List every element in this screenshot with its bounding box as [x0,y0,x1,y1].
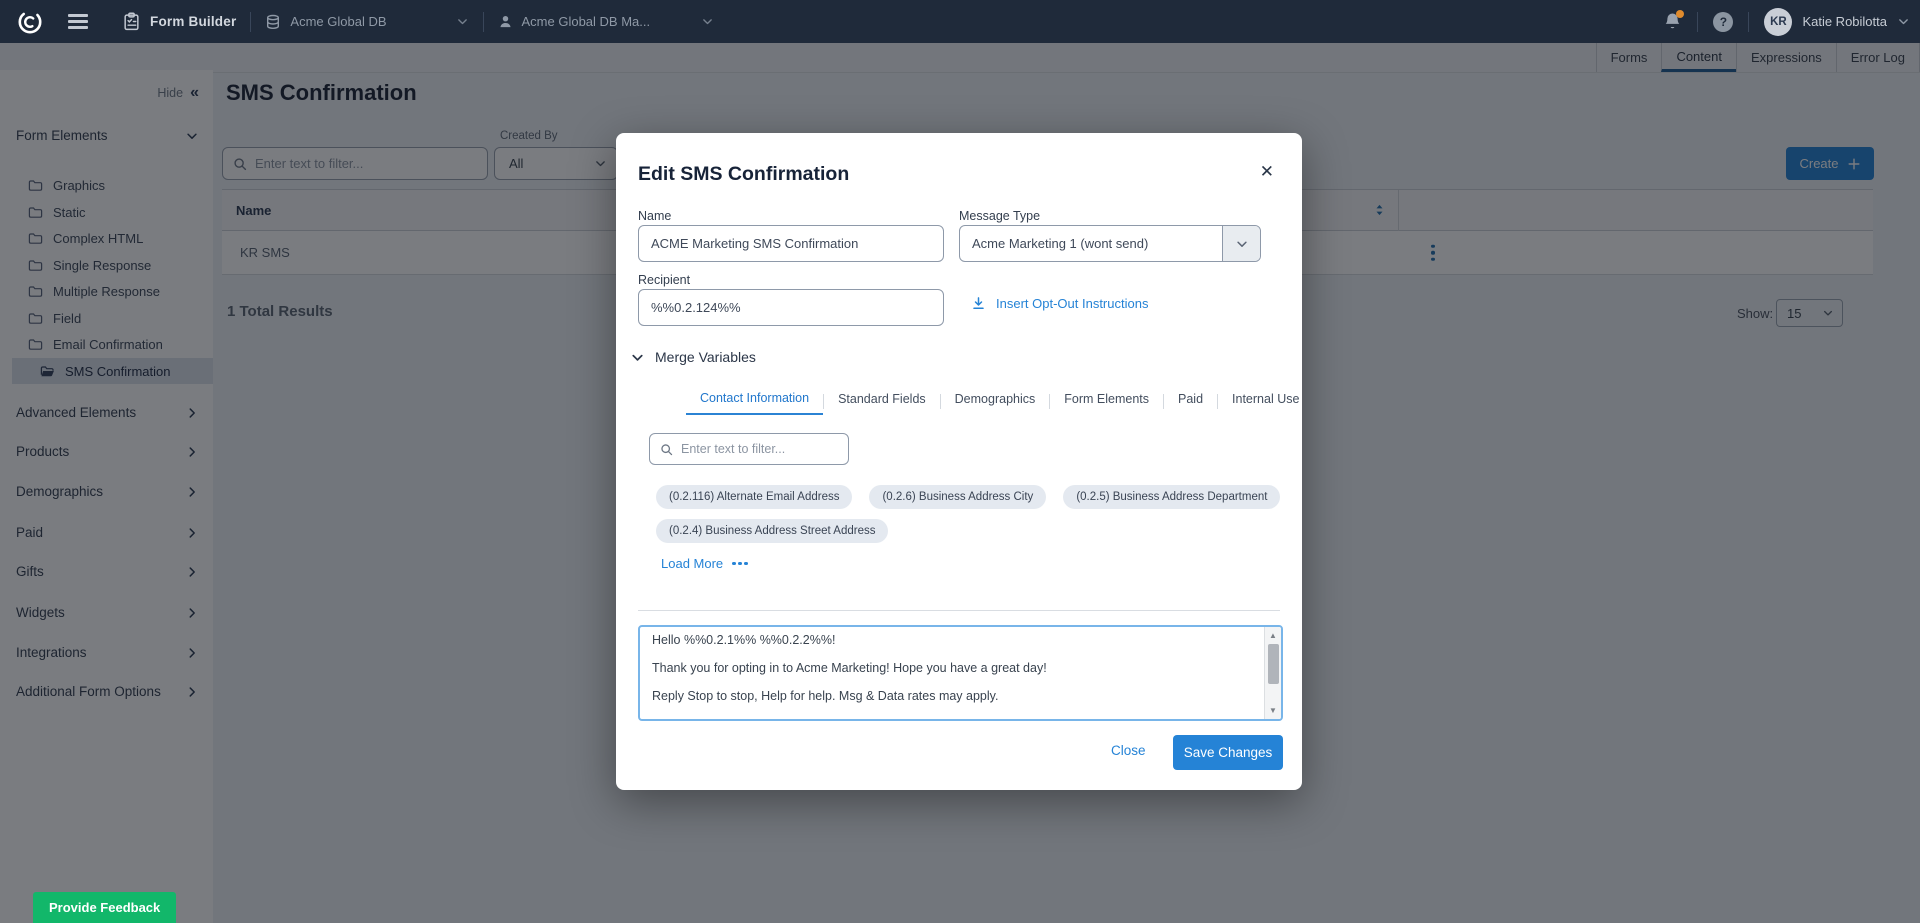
recipient-label: Recipient [638,273,690,287]
help-icon[interactable]: ? [1713,12,1733,32]
notification-dot [1676,10,1684,18]
message-type-label: Message Type [959,209,1040,223]
close-icon[interactable]: ✕ [1260,163,1274,180]
message-body-textarea[interactable]: Hello %%0.2.1%% %%0.2.2%%! Thank you for… [638,625,1283,721]
menu-icon[interactable] [68,14,88,29]
merge-filter-input[interactable] [681,442,842,456]
user-menu[interactable]: KR Katie Robilotta [1764,8,1910,36]
scrollbar[interactable]: ▲ ▼ [1264,627,1281,719]
scrollbar-thumb[interactable] [1268,644,1279,684]
merge-tab-demographics[interactable]: Demographics [941,388,1050,414]
message-line: Thank you for opting in to Acme Marketin… [652,661,1259,675]
merge-chip[interactable]: (0.2.6) Business Address City [869,485,1046,509]
name-field[interactable] [638,225,944,262]
merge-tab-standard-fields[interactable]: Standard Fields [824,388,940,414]
merge-tab-internal-use[interactable]: Internal Use [1218,388,1313,414]
person-icon [498,14,513,29]
account-name: Acme Global DB Ma... [522,14,651,29]
merge-chip[interactable]: (0.2.116) Alternate Email Address [656,485,852,509]
scroll-down-icon[interactable]: ▼ [1265,703,1281,718]
notifications-bell-icon[interactable] [1663,12,1682,31]
navbar-divider [483,12,484,32]
top-navbar: Form Builder Acme Global DB [0,0,1920,43]
product-title: Form Builder [150,14,236,29]
merge-chip[interactable]: (0.2.5) Business Address Department [1063,485,1280,509]
database-selector[interactable]: Acme Global DB [265,14,468,30]
chevron-down-icon [456,15,469,28]
merge-tab-contact-information[interactable]: Contact Information [686,387,823,415]
modal-title: Edit SMS Confirmation [638,163,849,186]
chevron-down-icon [1222,226,1260,261]
database-icon [265,14,281,30]
navbar-divider [1748,12,1749,32]
load-more-label: Load More [661,556,723,571]
provide-feedback-button[interactable]: Provide Feedback [33,892,176,923]
download-icon [971,296,986,311]
name-label: Name [638,209,671,223]
navbar-divider [250,12,251,32]
modal-close-button[interactable]: Close [1111,743,1146,758]
ellipsis-icon [732,562,748,566]
account-selector[interactable]: Acme Global DB Ma... [498,14,715,29]
merge-chip[interactable]: (0.2.4) Business Address Street Address [656,519,888,543]
merge-variables-label: Merge Variables [655,349,756,365]
merge-chip-row: (0.2.4) Business Address Street Address [656,519,888,543]
recipient-field[interactable] [638,289,944,326]
database-name: Acme Global DB [290,14,386,29]
message-line: Reply Stop to stop, Help for help. Msg &… [652,689,1259,703]
navbar-left: Form Builder Acme Global DB [0,9,714,35]
app-root: Form Builder Acme Global DB [0,0,1920,923]
merge-variables-tabs: Contact Information Standard Fields Demo… [686,387,1313,415]
merge-variables-filter [649,433,849,465]
message-line: Hello %%0.2.1%% %%0.2.2%%! [652,633,1259,647]
message-type-value: Acme Marketing 1 (wont send) [960,236,1222,251]
merge-variables-toggle[interactable]: Merge Variables [630,349,756,365]
chevron-down-icon [1897,15,1910,28]
navbar-right: ? KR Katie Robilotta [1663,8,1920,36]
search-icon [660,443,673,456]
scroll-up-icon[interactable]: ▲ [1265,628,1281,643]
product-area: Form Builder [122,12,236,31]
chevron-down-icon [701,15,714,28]
bloomerang-logo[interactable] [17,9,43,35]
modal-divider [638,610,1280,611]
user-name: Katie Robilotta [1802,14,1887,29]
form-builder-icon [122,12,141,31]
message-body-content: Hello %%0.2.1%% %%0.2.2%%! Thank you for… [652,633,1259,715]
insert-opt-out-link[interactable]: Insert Opt-Out Instructions [971,296,1148,311]
avatar: KR [1764,8,1792,36]
insert-opt-out-label: Insert Opt-Out Instructions [996,296,1148,311]
message-type-select[interactable]: Acme Marketing 1 (wont send) [959,225,1261,262]
merge-chip-row: (0.2.116) Alternate Email Address (0.2.6… [656,485,1280,509]
chevron-down-icon [630,350,645,365]
navbar-divider [1697,12,1698,32]
load-more-link[interactable]: Load More [661,556,748,571]
merge-tab-paid[interactable]: Paid [1164,388,1217,414]
save-changes-button[interactable]: Save Changes [1173,735,1283,770]
merge-tab-form-elements[interactable]: Form Elements [1050,388,1163,414]
edit-sms-confirmation-modal: Edit SMS Confirmation ✕ Name Message Typ… [616,133,1302,790]
